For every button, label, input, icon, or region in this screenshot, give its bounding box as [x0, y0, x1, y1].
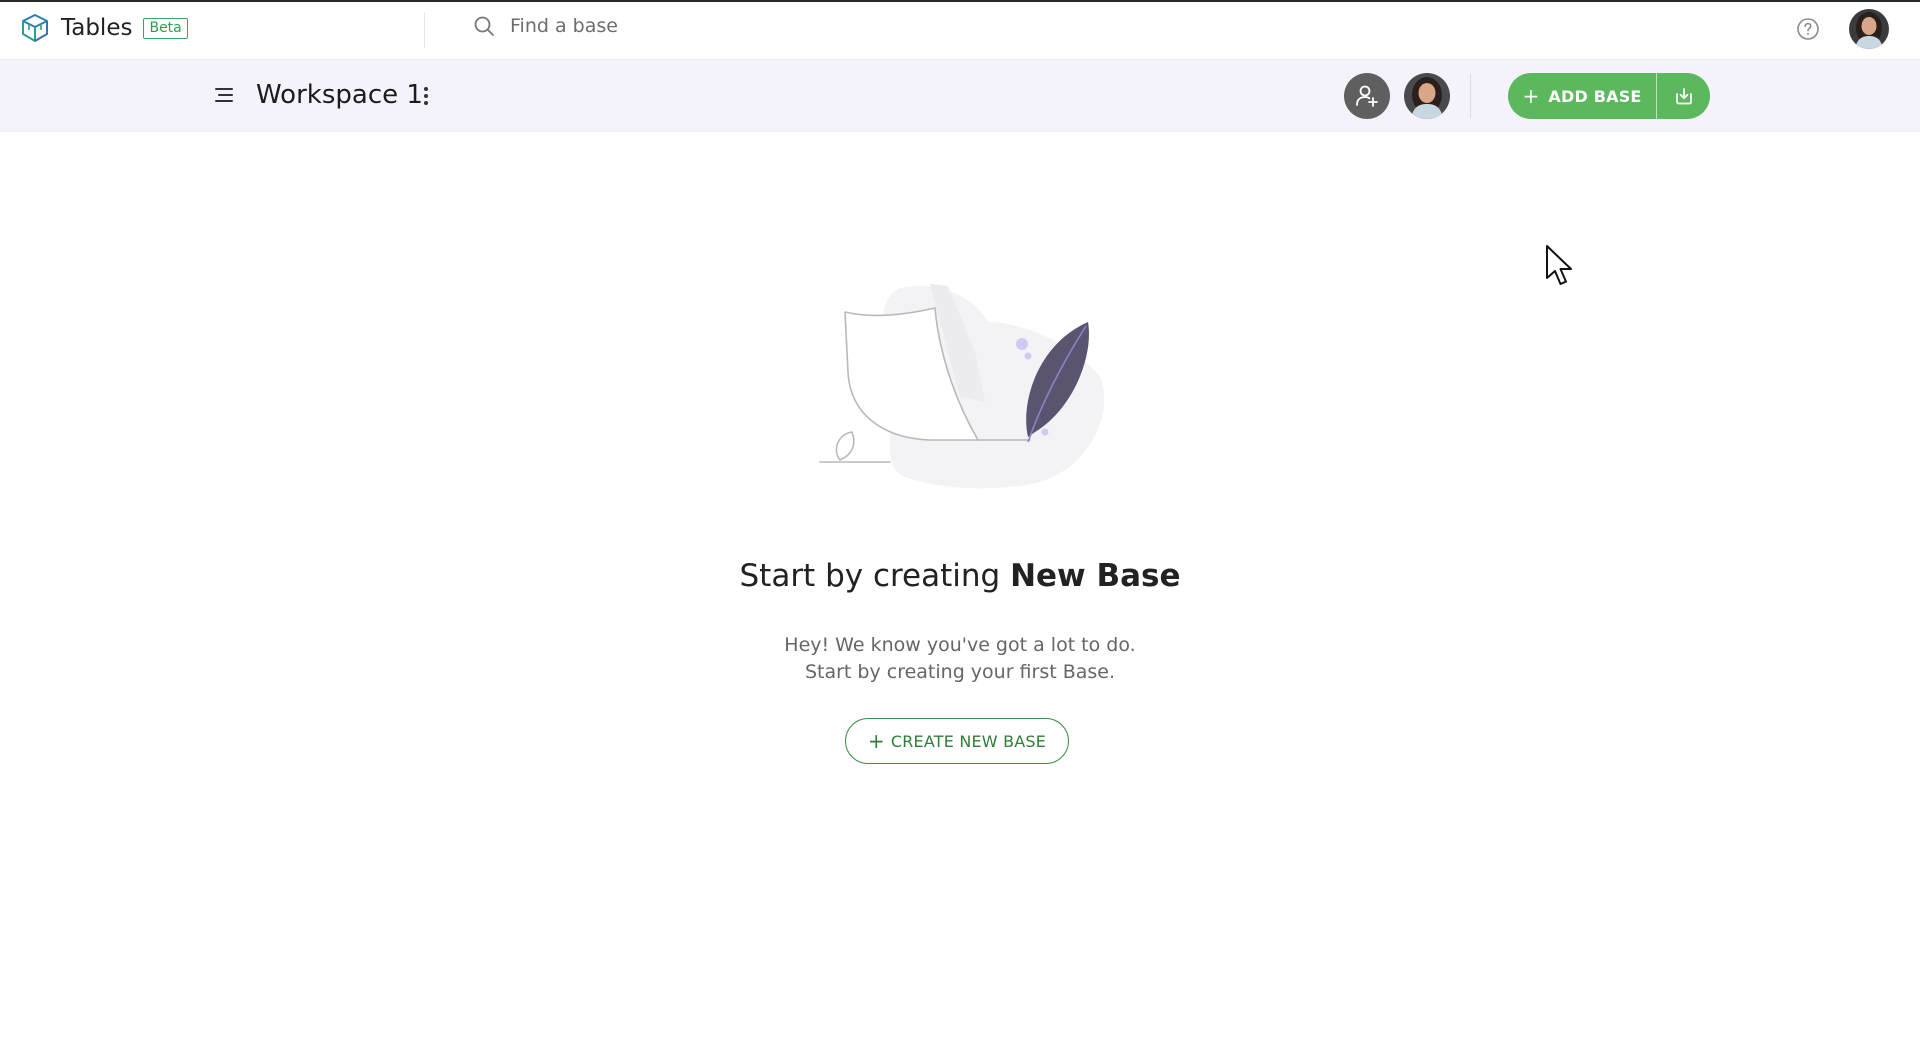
workspace-header: Workspace 1 + ADD BASE	[0, 60, 1920, 132]
mouse-cursor-icon	[1545, 244, 1575, 288]
workspace-title[interactable]: Workspace 1	[256, 77, 423, 113]
top-bar: Tables Beta	[0, 0, 1920, 60]
add-base-button[interactable]: + ADD BASE	[1508, 73, 1656, 119]
create-new-base-label: CREATE NEW BASE	[890, 731, 1047, 751]
download-import-icon	[1675, 88, 1692, 105]
add-base-label: ADD BASE	[1548, 86, 1642, 106]
import-base-button[interactable]	[1657, 73, 1710, 119]
empty-state-description: Hey! We know you've got a lot to do. Sta…	[0, 632, 1920, 686]
plus-icon: +	[1522, 84, 1540, 108]
header-divider	[1470, 74, 1471, 118]
member-avatar[interactable]	[1404, 73, 1450, 119]
empty-title-bold: New Base	[1010, 558, 1181, 594]
cube-logo-icon	[20, 13, 50, 43]
invite-member-button[interactable]	[1344, 73, 1390, 119]
search-bar[interactable]	[472, 14, 1012, 38]
help-circle-icon[interactable]	[1796, 17, 1820, 41]
user-avatar[interactable]	[1849, 9, 1889, 49]
add-user-icon	[1356, 85, 1378, 107]
empty-state-title: Start by creating New Base	[0, 554, 1920, 598]
empty-desc-line1: Hey! We know you've got a lot to do.	[784, 634, 1136, 656]
app-name: Tables	[61, 15, 133, 41]
create-new-base-button[interactable]: + CREATE NEW BASE	[845, 718, 1069, 764]
plus-icon: +	[867, 729, 885, 753]
beta-badge: Beta	[143, 17, 188, 39]
search-input[interactable]	[508, 14, 1012, 38]
add-base-group: + ADD BASE	[1508, 73, 1710, 119]
brand[interactable]: Tables Beta	[20, 13, 188, 43]
empty-state-illustration	[810, 282, 1110, 494]
empty-title-prefix: Start by creating	[739, 558, 1011, 594]
vertical-dots-icon[interactable]	[417, 82, 435, 110]
topbar-divider	[424, 12, 425, 48]
search-icon	[472, 14, 496, 38]
empty-desc-line2: Start by creating your first Base.	[804, 661, 1116, 683]
hamburger-menu-icon[interactable]	[213, 84, 235, 106]
